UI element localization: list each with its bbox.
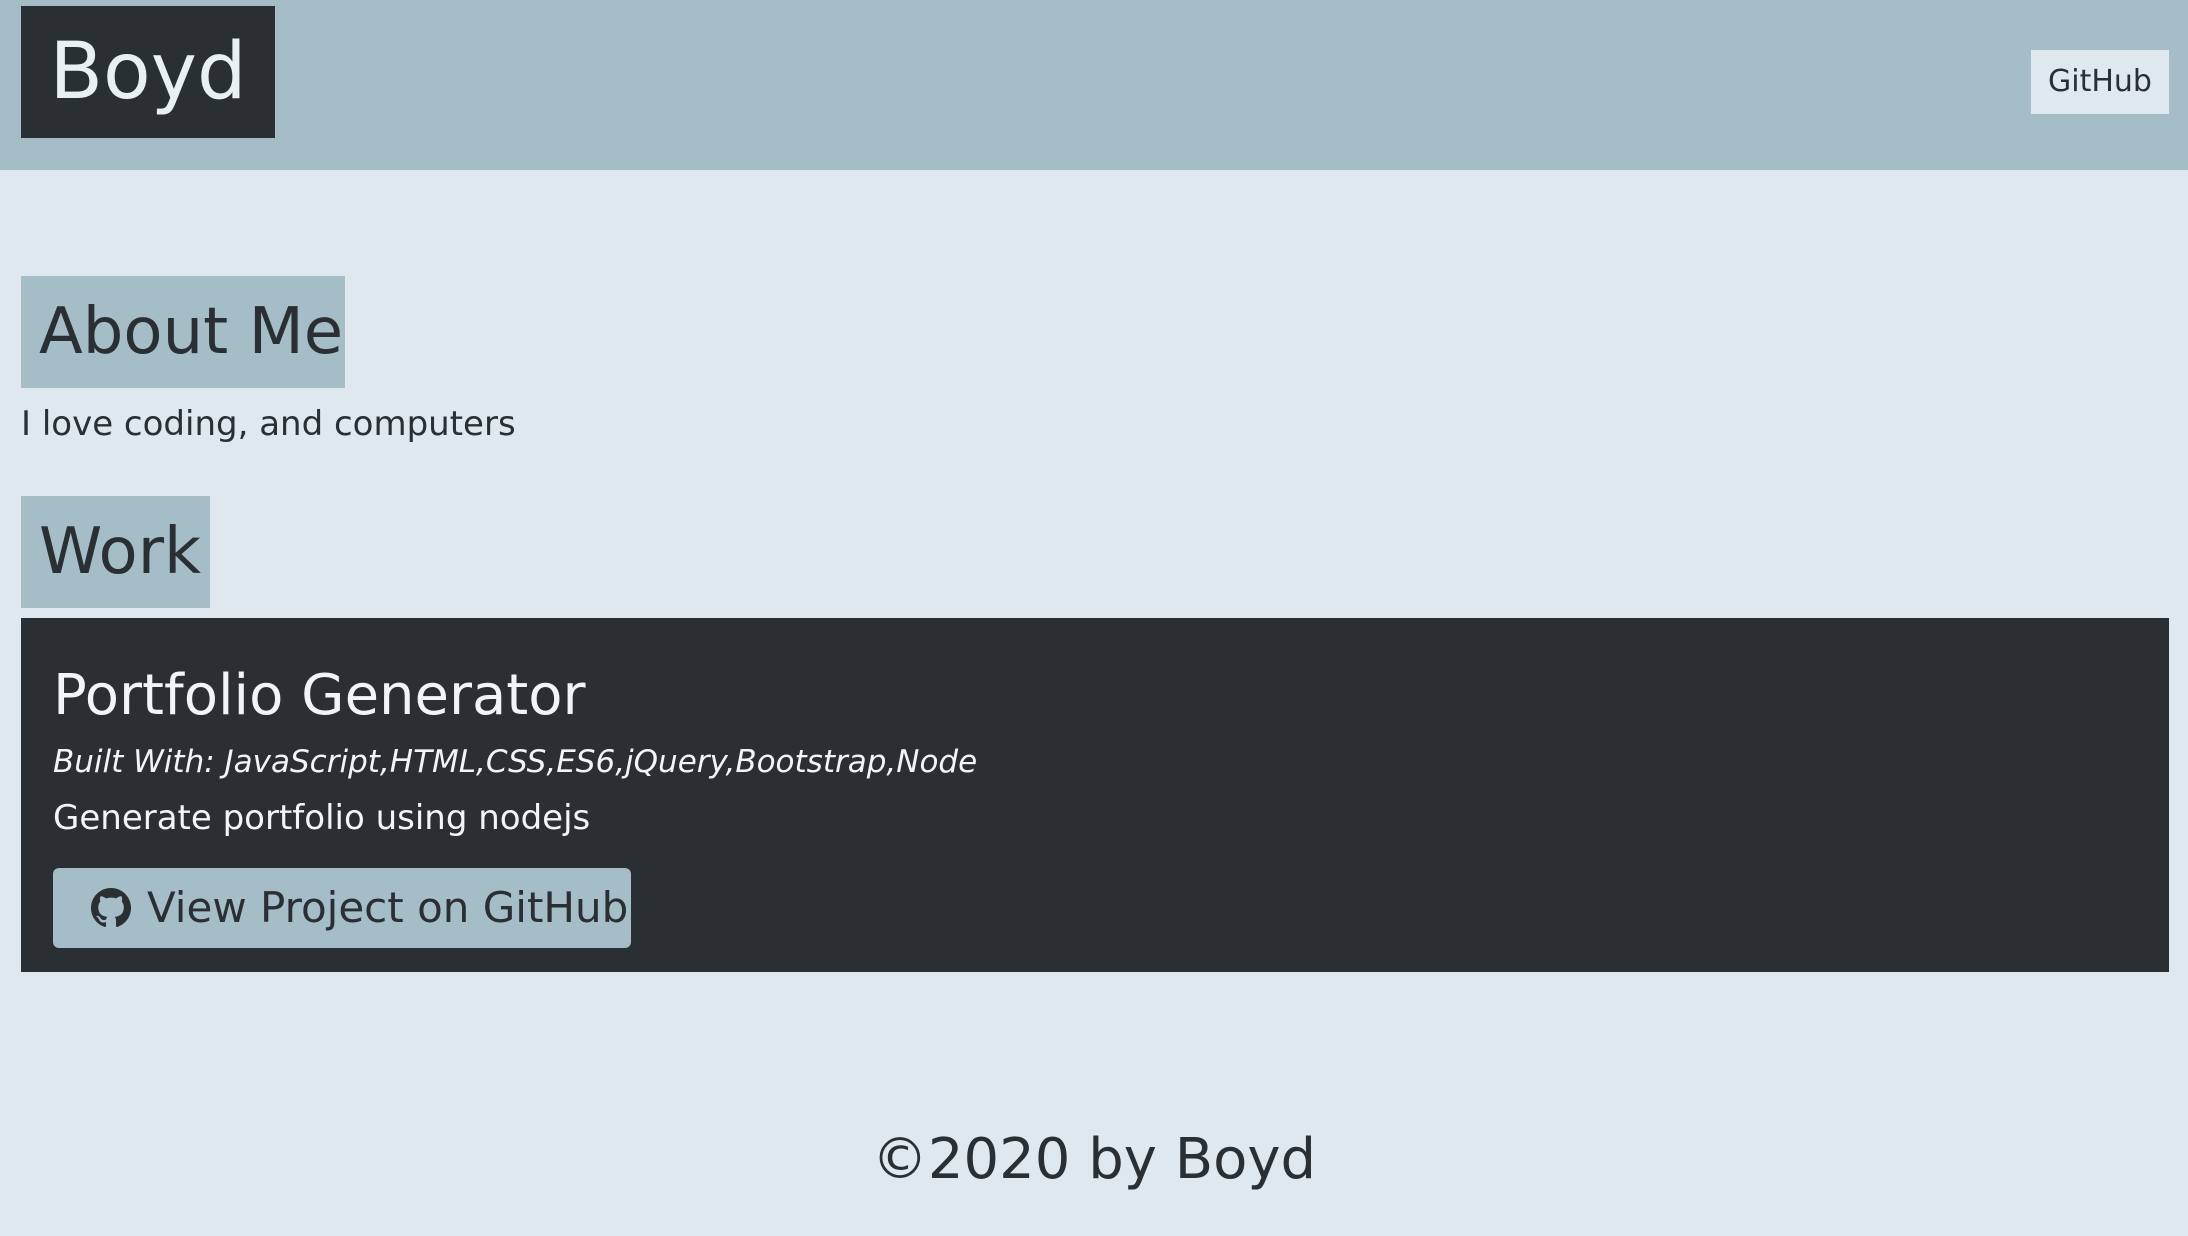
footer-copyright: ©2020 by Boyd [871,1127,1317,1192]
project-title: Portfolio Generator [53,663,586,728]
about-text: I love coding, and computers [21,404,516,444]
view-project-button[interactable]: View Project on GitHub [53,868,631,948]
project-description: Generate portfolio using nodejs [53,798,591,838]
nav-github-link[interactable]: GitHub [2031,50,2169,114]
github-icon [91,888,131,928]
view-project-button-label: View Project on GitHub [147,883,629,932]
project-built-with: Built With: JavaScript,HTML,CSS,ES6,jQue… [53,744,978,780]
project-card: Portfolio Generator Built With: JavaScri… [21,618,2169,972]
site-brand[interactable]: Boyd [21,6,275,138]
work-heading: Work [21,496,210,608]
about-heading: About Me [21,276,345,388]
site-header: Boyd GitHub [0,0,2188,170]
